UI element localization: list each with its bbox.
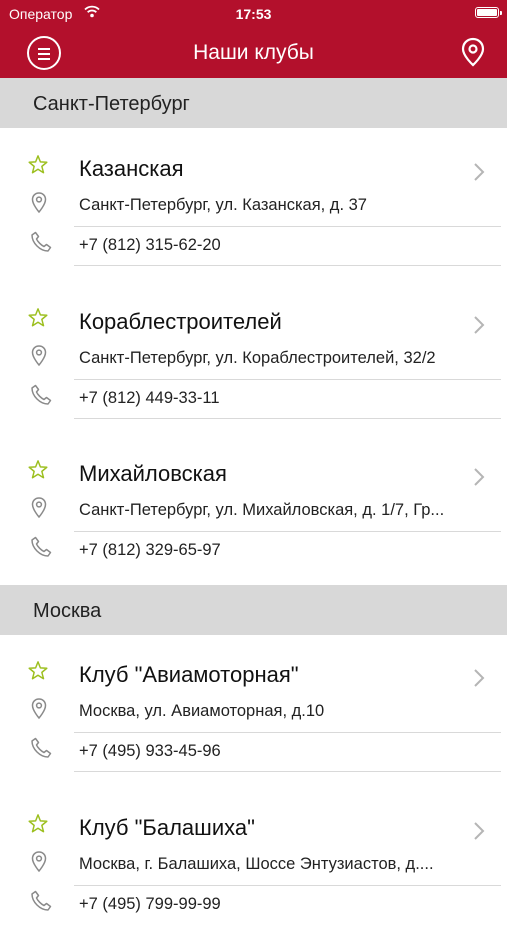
page-title: Наши клубы	[193, 41, 314, 64]
phone-icon	[29, 889, 53, 918]
location-pin-icon	[31, 851, 47, 878]
section-title: Санкт-Петербург	[33, 93, 190, 115]
section-title: Москва	[33, 600, 102, 622]
chevron-right-icon	[473, 668, 485, 693]
divider	[74, 265, 501, 266]
divider	[74, 418, 501, 419]
battery-icon	[475, 7, 502, 18]
section-header: Москва	[0, 585, 507, 635]
chevron-right-icon	[473, 821, 485, 846]
location-pin-icon	[31, 345, 47, 372]
nav-header: Оператор 17:53 Наши клубы	[0, 0, 507, 78]
status-time: 17:53	[235, 6, 272, 22]
divider	[74, 226, 501, 227]
map-pin-icon[interactable]	[460, 37, 486, 67]
club-phone[interactable]: +7 (495) 933-45-96	[79, 742, 221, 761]
status-bar: Оператор 17:53	[0, 0, 507, 28]
star-icon[interactable]	[27, 459, 49, 486]
club-row[interactable]: Казанская Санкт-Петербург, ул. Казанская…	[0, 152, 507, 278]
club-address: Санкт-Петербург, ул. Кораблестроителей, …	[79, 349, 436, 367]
club-address: Санкт-Петербург, ул. Михайловская, д. 1/…	[79, 501, 445, 519]
divider	[74, 771, 501, 772]
club-name: Михайловская	[79, 461, 227, 486]
location-pin-icon	[31, 698, 47, 725]
phone-icon	[29, 535, 53, 564]
phone-icon	[29, 230, 53, 259]
star-icon[interactable]	[27, 660, 49, 687]
club-row[interactable]: Михайловская Санкт-Петербург, ул. Михайл…	[0, 457, 507, 583]
phone-icon	[29, 383, 53, 412]
location-pin-icon	[31, 497, 47, 524]
club-row[interactable]: Клуб "Балашиха" Москва, г. Балашиха, Шос…	[0, 811, 507, 937]
chevron-right-icon	[473, 467, 485, 492]
star-icon[interactable]	[27, 813, 49, 840]
chevron-right-icon	[473, 162, 485, 187]
divider	[74, 379, 501, 380]
star-icon[interactable]	[27, 307, 49, 334]
divider	[74, 531, 501, 532]
star-icon[interactable]	[27, 154, 49, 181]
club-name: Клуб "Балашиха"	[79, 815, 255, 840]
section-header: Санкт-Петербург	[0, 78, 507, 128]
divider	[74, 885, 501, 886]
club-name: Кораблестроителей	[79, 309, 282, 334]
club-phone[interactable]: +7 (812) 329-65-97	[79, 541, 221, 560]
club-address: Москва, г. Балашиха, Шоссе Энтузиастов, …	[79, 855, 434, 873]
club-address: Санкт-Петербург, ул. Казанская, д. 37	[79, 196, 367, 214]
location-pin-icon	[31, 192, 47, 219]
club-address: Москва, ул. Авиамоторная, д.10	[79, 702, 325, 720]
phone-icon	[29, 736, 53, 765]
club-phone[interactable]: +7 (495) 799-99-99	[79, 895, 221, 914]
club-phone[interactable]: +7 (812) 315-62-20	[79, 236, 221, 255]
club-name: Казанская	[79, 156, 184, 181]
club-name: Клуб "Авиамоторная"	[79, 662, 299, 687]
chevron-right-icon	[473, 315, 485, 340]
club-row[interactable]: Клуб "Авиамоторная" Москва, ул. Авиамото…	[0, 658, 507, 784]
divider	[74, 732, 501, 733]
club-row[interactable]: Кораблестроителей Санкт-Петербург, ул. К…	[0, 305, 507, 431]
club-phone[interactable]: +7 (812) 449-33-11	[79, 389, 220, 408]
